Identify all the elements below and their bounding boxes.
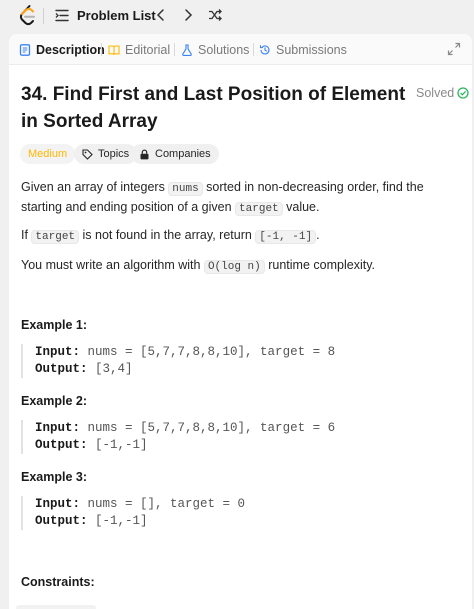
example-block: Input: nums = [5,7,7,8,8,10], target = 8… bbox=[21, 344, 451, 378]
output-value: [3,4] bbox=[95, 362, 133, 376]
tab-divider bbox=[253, 43, 254, 56]
input-value: nums = [], target = 0 bbox=[87, 497, 246, 511]
tab-editorial-label: Editorial bbox=[125, 42, 171, 57]
description-paragraph-1: Given an array of integers nums sorted i… bbox=[21, 178, 461, 218]
chevron-right-icon[interactable] bbox=[181, 8, 195, 22]
input-label: Input: bbox=[35, 497, 81, 511]
text-span: runtime complexity. bbox=[264, 258, 375, 272]
list-icon[interactable] bbox=[55, 9, 69, 22]
page-title: 34. Find First and Last Position of Elem… bbox=[21, 84, 406, 132]
companies-button[interactable]: Companies bbox=[131, 144, 219, 164]
expand-icon[interactable] bbox=[447, 42, 461, 56]
output-value: [-1,-1] bbox=[95, 438, 148, 452]
inline-code: O(log n) bbox=[203, 260, 265, 274]
input-value: nums = [5,7,7,8,8,10], target = 6 bbox=[87, 421, 336, 435]
inline-code: nums bbox=[168, 182, 203, 196]
tab-divider bbox=[174, 43, 175, 56]
example-block: Input: nums = [], target = 0 Output: [-1… bbox=[21, 496, 451, 530]
tab-submissions[interactable]: Submissions bbox=[259, 34, 347, 65]
status-label: Solved bbox=[416, 86, 455, 100]
example-input-line: Input: nums = [5,7,7,8,8,10], target = 8 bbox=[35, 344, 451, 361]
tab-solutions-label: Solutions bbox=[198, 42, 250, 57]
tab-description-label: Description bbox=[36, 42, 105, 57]
description-paragraph-2: If target is not found in the array, ret… bbox=[21, 226, 461, 246]
example-output-line: Output: [-1,-1] bbox=[35, 437, 451, 454]
text-span: value. bbox=[282, 200, 320, 214]
inline-code: target bbox=[235, 202, 283, 216]
output-label: Output: bbox=[35, 362, 88, 376]
tab-submissions-label: Submissions bbox=[276, 42, 347, 57]
tab-divider bbox=[101, 43, 102, 56]
flask-icon bbox=[182, 43, 192, 56]
book-icon bbox=[108, 44, 120, 55]
example-output-line: Output: [-1,-1] bbox=[35, 513, 451, 530]
topics-label: Topics bbox=[98, 148, 130, 160]
example-heading: Example 2: bbox=[21, 394, 88, 408]
example-block: Input: nums = [5,7,7,8,8,10], target = 6… bbox=[21, 420, 451, 454]
description-icon bbox=[19, 43, 31, 56]
lock-icon bbox=[140, 149, 149, 159]
difficulty-label: Medium bbox=[28, 148, 68, 160]
output-label: Output: bbox=[35, 514, 88, 528]
divider bbox=[43, 8, 44, 24]
history-icon bbox=[259, 44, 270, 54]
example-input-line: Input: nums = [], target = 0 bbox=[35, 496, 451, 513]
example-heading: Example 3: bbox=[21, 470, 88, 484]
input-value: nums = [5,7,7,8,8,10], target = 8 bbox=[87, 345, 336, 359]
tag-icon bbox=[82, 148, 93, 160]
input-label: Input: bbox=[35, 345, 81, 359]
output-label: Output: bbox=[35, 438, 88, 452]
constraints-heading: Constraints: bbox=[21, 575, 95, 589]
text-span: is not found in the array, return bbox=[79, 228, 256, 242]
inline-code: target bbox=[31, 230, 80, 244]
input-label: Input: bbox=[35, 421, 81, 435]
tab-solutions[interactable]: Solutions bbox=[181, 34, 249, 65]
inline-code: [-1, -1] bbox=[255, 230, 317, 244]
text-span: . bbox=[316, 228, 320, 242]
description-paragraph-3: You must write an algorithm with O(log n… bbox=[21, 256, 461, 276]
text-span: You must write an algorithm with bbox=[21, 258, 204, 272]
problem-list-link[interactable]: Problem List bbox=[77, 8, 156, 23]
difficulty-badge: Medium bbox=[20, 144, 76, 164]
text-span: If bbox=[21, 228, 32, 242]
leetcode-logo[interactable] bbox=[17, 4, 37, 26]
example-input-line: Input: nums = [5,7,7,8,8,10], target = 6 bbox=[35, 420, 451, 437]
tab-editorial[interactable]: Editorial bbox=[108, 34, 170, 65]
status-badge: Solved bbox=[416, 86, 469, 100]
shuffle-icon[interactable] bbox=[208, 8, 222, 22]
example-heading: Example 1: bbox=[21, 318, 88, 332]
description-panel: Description Editorial Solutions Submissi… bbox=[9, 34, 472, 609]
example-output-line: Output: [3,4] bbox=[35, 361, 451, 378]
constraint-item-stub bbox=[16, 605, 96, 609]
text-span: Given an array of integers bbox=[21, 180, 169, 194]
output-value: [-1,-1] bbox=[95, 514, 148, 528]
topics-button[interactable]: Topics bbox=[74, 144, 138, 164]
check-circle-icon bbox=[457, 87, 469, 99]
tab-bar: Description Editorial Solutions Submissi… bbox=[9, 34, 472, 65]
top-bar: Problem List bbox=[0, 0, 474, 31]
tab-description[interactable]: Description bbox=[19, 34, 105, 65]
chevron-left-icon[interactable] bbox=[154, 8, 168, 22]
companies-label: Companies bbox=[155, 148, 211, 160]
